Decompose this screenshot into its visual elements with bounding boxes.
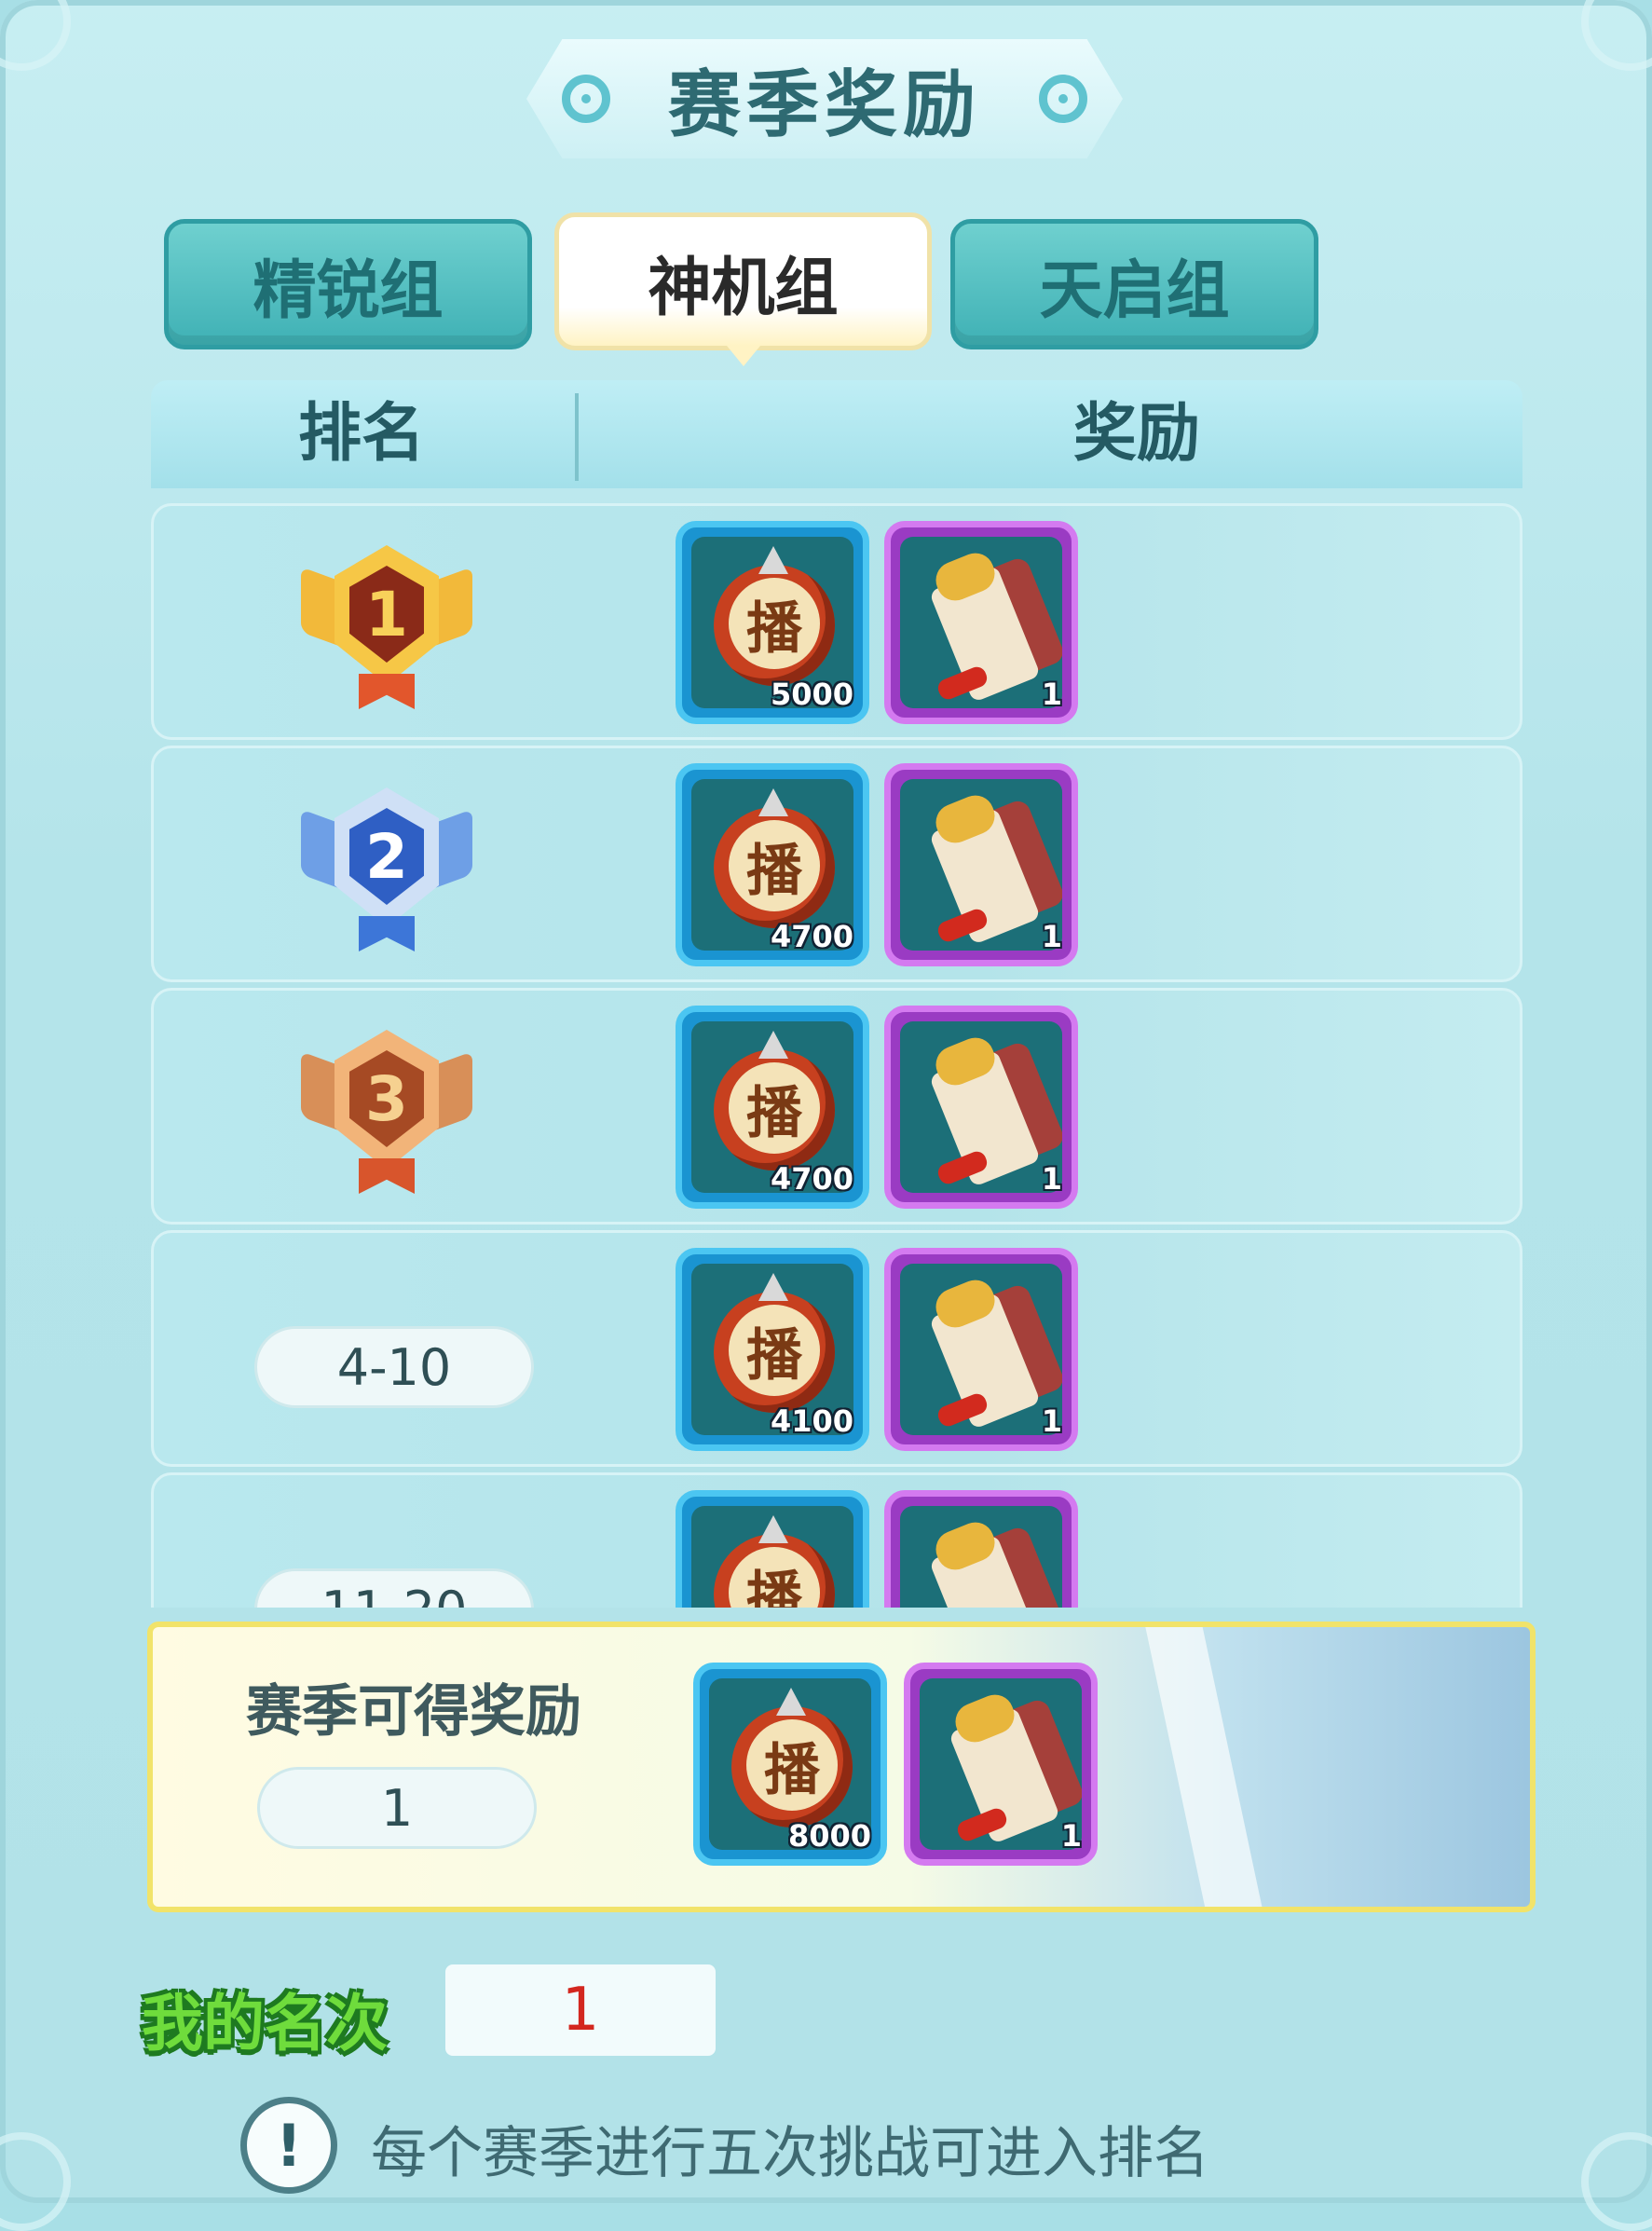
item-well: 播 <box>691 1506 853 1608</box>
item-well <box>900 1021 1062 1193</box>
table-header: 排名 奖励 <box>151 380 1522 488</box>
drum-spike <box>758 1031 788 1059</box>
item-quantity: 1 <box>1041 677 1062 712</box>
drum-reward-item[interactable]: 播 4700 <box>676 1006 869 1209</box>
item-quantity: 1 <box>1041 1161 1062 1197</box>
rank-1-badge-icon: 1 <box>294 534 480 711</box>
item-well <box>900 1264 1062 1435</box>
drum-spike <box>758 1515 788 1543</box>
badge-ribbon <box>359 916 415 951</box>
table-row: 4-10 播 4100 1 <box>151 1230 1522 1467</box>
table-row: 3 播 4700 1 <box>151 988 1522 1225</box>
table-row: 1 播 5000 1 <box>151 503 1522 740</box>
drum-glyph: 播 <box>729 578 820 669</box>
my-rank-label: 我的名次 <box>142 1988 388 2060</box>
drum-reward-item[interactable]: 播 4100 <box>676 1248 869 1451</box>
item-well <box>900 1506 1062 1608</box>
reward-column-header: 奖励 <box>1073 397 1201 471</box>
ranking-notice: 每个赛季进行五次挑战可进入排名 <box>371 2121 1209 2186</box>
item-quantity: 5000 <box>770 677 853 712</box>
tab-tianqi-group[interactable]: 天启组 <box>950 219 1318 349</box>
rank-range-pill: 4-10 <box>254 1326 534 1408</box>
item-quantity: 4700 <box>770 1161 853 1197</box>
rank-2-badge-icon: 2 <box>294 776 480 953</box>
drum-spike <box>758 788 788 816</box>
item-well <box>920 1678 1082 1850</box>
season-reward-title: 赛季可得奖励 <box>246 1679 581 1745</box>
tab-label: 神机组 <box>648 251 839 325</box>
tab-elite-group[interactable]: 精锐组 <box>164 219 532 349</box>
drum-spike <box>758 1273 788 1301</box>
item-well <box>900 537 1062 708</box>
scroll-reward-item[interactable]: 1 <box>884 1248 1078 1451</box>
rank-column-header: 排名 <box>298 397 426 471</box>
rank-3-badge-icon: 3 <box>294 1019 480 1196</box>
title-plate: 赛季奖励 <box>526 39 1123 158</box>
drum-reward-item[interactable]: 播 8000 <box>693 1663 887 1866</box>
drum-reward-item[interactable]: 播 5000 <box>676 521 869 724</box>
badge-ribbon <box>359 674 415 709</box>
corner-ornament <box>0 2132 71 2231</box>
season-rank-pill: 1 <box>257 1767 537 1849</box>
item-quantity: 8000 <box>787 1818 871 1854</box>
item-quantity: 1 <box>1041 1403 1062 1439</box>
drum-glyph: 播 <box>729 1305 820 1396</box>
scroll-reward-item[interactable] <box>884 1490 1078 1608</box>
table-row: 2 播 4700 1 <box>151 746 1522 982</box>
reward-list[interactable]: 1 播 5000 1 2 播 4700 1 3 播 4700 1 4-10 播 … <box>151 503 1522 1608</box>
swirl-ornament-icon <box>562 75 610 123</box>
drum-spike <box>776 1688 806 1716</box>
item-quantity: 4100 <box>770 1403 853 1439</box>
scroll-reward-item[interactable]: 1 <box>884 763 1078 966</box>
corner-ornament <box>1581 2132 1652 2231</box>
badge-ribbon <box>359 1158 415 1194</box>
my-rank-value: 1 <box>445 1964 716 2056</box>
scroll-reward-item[interactable]: 1 <box>884 1006 1078 1209</box>
drum-spike <box>758 546 788 574</box>
rank-range-pill: 11-20 <box>254 1568 534 1608</box>
table-row: 11-20 播 <box>151 1472 1522 1608</box>
corner-ornament <box>1581 0 1652 71</box>
light-beam <box>1143 1627 1268 1907</box>
page-title: 赛季奖励 <box>667 63 981 147</box>
item-quantity: 1 <box>1041 919 1062 954</box>
scroll-reward-item[interactable]: 1 <box>904 1663 1098 1866</box>
item-well <box>900 779 1062 951</box>
drum-glyph: 播 <box>746 1719 838 1811</box>
column-divider <box>575 393 579 481</box>
scroll-reward-item[interactable]: 1 <box>884 521 1078 724</box>
drum-glyph: 播 <box>729 820 820 911</box>
drum-reward-item[interactable]: 播 4700 <box>676 763 869 966</box>
drum-reward-item[interactable]: 播 <box>676 1490 869 1608</box>
item-quantity: 4700 <box>770 919 853 954</box>
tab-label: 精锐组 <box>253 253 444 328</box>
item-quantity: 1 <box>1060 1818 1082 1854</box>
drum-glyph: 播 <box>729 1062 820 1154</box>
season-reward-box: 赛季可得奖励 1 播 8000 1 <box>147 1622 1536 1912</box>
corner-ornament <box>0 0 71 71</box>
tab-shenji-group[interactable]: 神机组 <box>554 212 932 366</box>
swirl-ornament-icon <box>1039 75 1087 123</box>
tab-label: 天启组 <box>1039 253 1230 328</box>
exclamation-icon: ! <box>240 2097 337 2194</box>
